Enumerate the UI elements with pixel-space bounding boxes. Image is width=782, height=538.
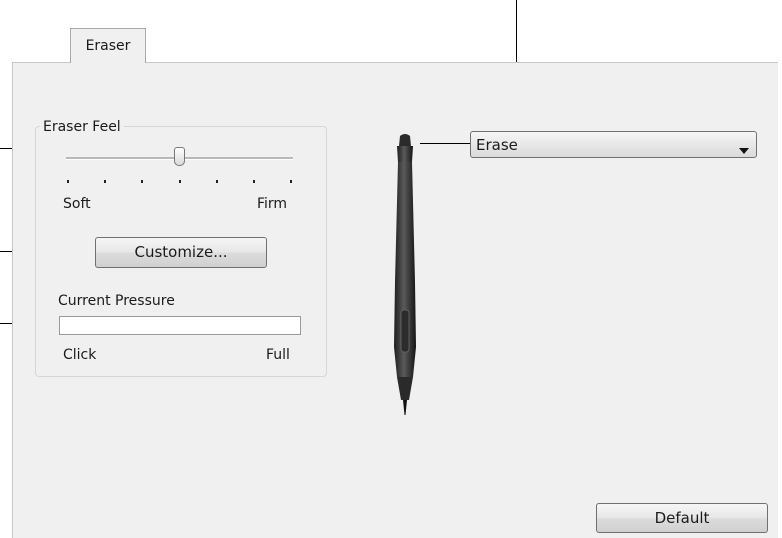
eraser-function-dropdown[interactable]: Erase (470, 131, 757, 158)
eraser-feel-tick (178, 180, 181, 183)
eraser-function-value: Erase (476, 136, 518, 154)
eraser-feel-tick (215, 180, 218, 183)
eraser-feel-max-label: Firm (257, 196, 288, 212)
eraser-feel-tick (290, 180, 292, 183)
default-button[interactable]: Default (596, 503, 768, 533)
eraser-feel-slider-thumb[interactable] (173, 147, 185, 166)
callout-line-pen-eraser (420, 143, 470, 144)
eraser-feel-tick (252, 180, 255, 183)
eraser-feel-title: Eraser Feel (40, 119, 124, 135)
tab-eraser[interactable]: Eraser (70, 28, 146, 63)
customize-button[interactable]: Customize... (95, 237, 267, 268)
current-pressure-min-label: Click (63, 347, 97, 363)
tab-eraser-label: Eraser (85, 38, 131, 54)
default-button-label: Default (654, 509, 710, 527)
pen-icon (380, 132, 430, 421)
eraser-feel-tick (104, 180, 107, 183)
current-pressure-title: Current Pressure (58, 293, 175, 309)
customize-button-label: Customize... (134, 243, 228, 261)
eraser-feel-min-label: Soft (63, 196, 91, 212)
chevron-down-icon (739, 142, 749, 158)
current-pressure-bar (59, 316, 301, 335)
current-pressure-max-label: Full (266, 347, 290, 363)
eraser-feel-tick (141, 180, 144, 183)
eraser-feel-tick (67, 180, 69, 183)
